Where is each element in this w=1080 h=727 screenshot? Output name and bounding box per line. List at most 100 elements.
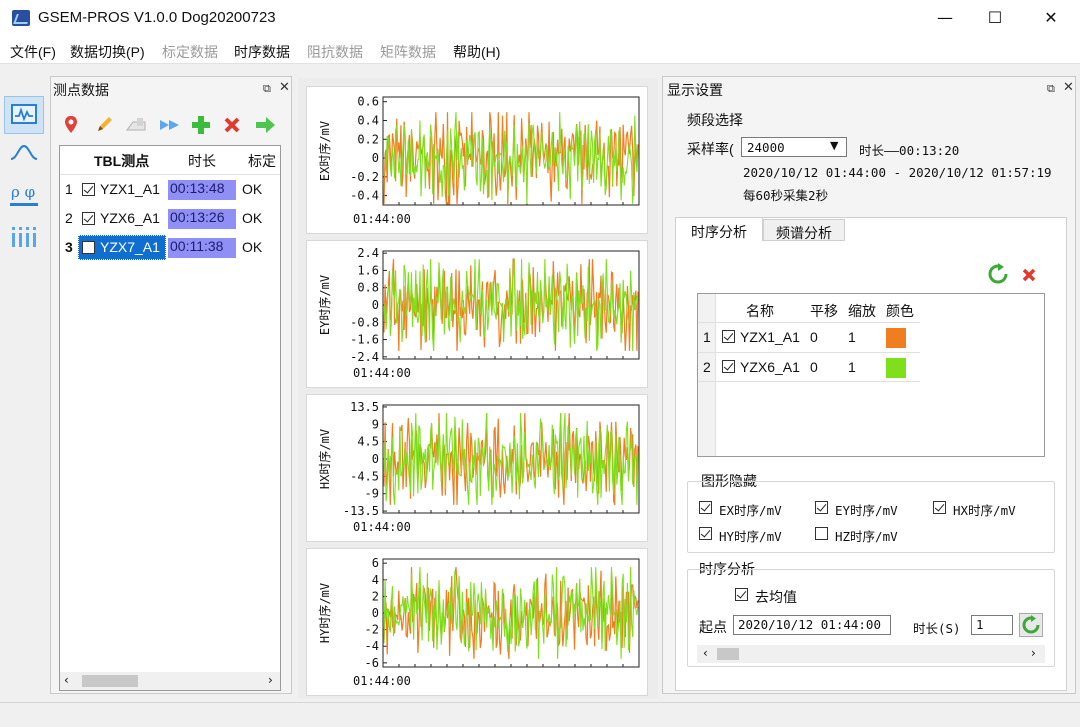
y-tick-label: 4.5 — [357, 435, 379, 449]
sample-rate-select[interactable]: 24000 ▼ — [741, 137, 847, 157]
scroll-thumb[interactable] — [717, 648, 739, 660]
y-tick-label: 0 — [372, 151, 379, 165]
fast-forward-icon[interactable] — [159, 118, 181, 132]
title-bar: GSEM-PROS V1.0.0 Dog20200723 — ☐ ✕ — [0, 0, 1080, 36]
refresh-icon[interactable] — [987, 263, 1009, 285]
hide-ex-checkbox[interactable] — [699, 501, 712, 514]
duration-seconds-label: 时长(S) — [913, 621, 961, 636]
series-scale[interactable]: 1 — [848, 359, 856, 375]
acquisition-rate-text: 每60秒采集2秒 — [743, 188, 829, 203]
maximize-button[interactable]: ☐ — [970, 0, 1020, 36]
station-table: TBL测点 时长 标定 1 YZX1_A1 00:13:48 OK 2 YZX6… — [59, 145, 281, 691]
y-tick-label: -6 — [365, 656, 379, 670]
location-pin-icon[interactable] — [63, 115, 79, 135]
pencil-icon[interactable] — [95, 114, 115, 134]
menu-timeseries[interactable]: 时序数据 — [234, 42, 290, 62]
table-row[interactable]: 2 YZX6_A1 00:13:26 OK — [60, 204, 280, 233]
close-icon[interactable]: ✕ — [1063, 80, 1074, 95]
scroll-right-icon[interactable]: › — [268, 673, 273, 687]
timeseries-view-button[interactable] — [4, 96, 44, 134]
hide-hy-checkbox[interactable] — [699, 527, 712, 540]
column-header-duration[interactable]: 时长 — [188, 151, 216, 171]
ex-timeseries-chart[interactable]: 0.6 0.4 0.2 0 -0.2 -0.4 01:44:00 EX时序/mV — [306, 86, 648, 234]
add-icon[interactable] — [191, 115, 211, 135]
close-button[interactable]: ✕ — [1026, 0, 1076, 36]
column-header-color[interactable]: 颜色 — [886, 301, 914, 321]
y-tick-label: 6 — [372, 556, 379, 570]
series-color-swatch[interactable] — [886, 358, 906, 378]
minimize-button[interactable]: — — [920, 0, 970, 36]
delete-icon[interactable] — [1021, 267, 1037, 283]
y-tick-label: 2 — [372, 589, 379, 603]
row-index: 1 — [65, 181, 73, 197]
y-tick-label: -4.5 — [350, 469, 379, 483]
tab-spectrum-analysis[interactable]: 频谱分析 — [763, 219, 845, 241]
scroll-left-icon[interactable]: ‹ — [64, 673, 69, 687]
eraser-icon[interactable] — [125, 116, 147, 134]
tab-timeseries-analysis[interactable]: 时序分析 — [675, 217, 763, 241]
apply-refresh-button[interactable] — [1019, 613, 1043, 637]
rho-phi-view-button[interactable]: ρ φ — [4, 176, 44, 214]
menu-calibration[interactable]: 标定数据 — [162, 42, 218, 62]
hide-hx-checkbox[interactable] — [933, 501, 946, 514]
arrow-right-icon[interactable] — [255, 116, 277, 134]
row-checkbox[interactable] — [82, 183, 95, 196]
column-header-scale[interactable]: 缩放 — [848, 301, 876, 321]
hide-hz-label: HZ时序/mV — [835, 529, 898, 544]
float-icon[interactable]: ⧉ — [1047, 82, 1055, 96]
series-scale[interactable]: 1 — [848, 329, 856, 345]
bars-icon — [12, 227, 36, 247]
y-tick-label: -4 — [365, 639, 379, 653]
y-tick-label: -0.4 — [350, 189, 379, 203]
chart-svg: 2.4 1.6 0.8 0 -0.8 -1.6 -2.4 01:44:00 EY时序/mV — [317, 246, 640, 380]
menu-data-switch[interactable]: 数据切换(P) — [70, 42, 145, 62]
ey-timeseries-chart[interactable]: 2.4 1.6 0.8 0 -0.8 -1.6 -2.4 01:44:00 EY时序/mV — [306, 240, 648, 388]
column-header-offset[interactable]: 平移 — [810, 301, 838, 321]
series-table: 名称 平移 缩放 颜色 1 YZX1_A1 0 1 2 YZX6_A1 0 1 — [697, 293, 1045, 457]
row-checkbox[interactable] — [82, 212, 95, 225]
x-tick-label: 01:44:00 — [353, 212, 411, 226]
hide-hz-checkbox[interactable] — [815, 527, 828, 540]
duration-seconds-input[interactable]: 1 — [971, 615, 1013, 635]
hide-ey-checkbox[interactable] — [815, 501, 828, 514]
demean-checkbox[interactable] — [735, 588, 748, 601]
row-checkbox[interactable] — [82, 241, 95, 254]
y-tick-label: -9 — [365, 487, 379, 501]
column-header-name[interactable]: 名称 — [746, 301, 774, 321]
table-row[interactable]: 1 YZX1_A1 0 1 — [698, 322, 920, 352]
menu-bar: 文件(F) 数据切换(P) 标定数据 时序数据 阻抗数据 矩阵数据 帮助(H) — [0, 36, 1080, 64]
y-tick-label: 0 — [372, 298, 379, 312]
start-time-input[interactable]: 2020/10/12 01:44:00 — [733, 615, 891, 635]
scroll-left-icon[interactable]: ‹ — [703, 646, 708, 660]
scroll-thumb[interactable] — [82, 675, 138, 687]
series-offset[interactable]: 0 — [810, 329, 818, 345]
chart-svg: 13.5 9 4.5 0 -4.5 -9 -13.5 01:44:00 HX时序/mV — [317, 400, 640, 534]
y-tick-label: 0 — [372, 452, 379, 466]
hy-timeseries-chart[interactable]: 6 4 2 0 -2 -4 -6 01:44:00 HY时序/mV — [306, 548, 648, 696]
series-checkbox[interactable] — [722, 360, 735, 373]
close-icon[interactable]: ✕ — [279, 80, 290, 95]
series-checkbox[interactable] — [722, 330, 735, 343]
y-axis-label: EX时序/mV — [317, 121, 332, 181]
table-row-selected[interactable]: 3 YZX7_A1 00:11:38 OK — [60, 233, 280, 262]
table-row[interactable]: 2 YZX6_A1 0 1 — [698, 352, 920, 382]
hx-timeseries-chart[interactable]: 13.5 9 4.5 0 -4.5 -9 -13.5 01:44:00 HX时序/mV — [306, 394, 648, 542]
menu-help[interactable]: 帮助(H) — [453, 42, 500, 62]
chart-svg: 6 4 2 0 -2 -4 -6 01:44:00 HY时序/mV — [317, 556, 640, 688]
scroll-right-icon[interactable]: › — [1031, 646, 1036, 660]
menu-file[interactable]: 文件(F) — [10, 42, 56, 62]
table-row[interactable]: 1 YZX1_A1 00:13:48 OK — [60, 175, 280, 204]
y-tick-label: 0.8 — [357, 281, 379, 295]
series-color-swatch[interactable] — [886, 328, 906, 348]
series-offset[interactable]: 0 — [810, 359, 818, 375]
column-header-station[interactable]: TBL测点 — [94, 151, 149, 171]
delete-icon[interactable] — [223, 116, 241, 134]
menu-impedance[interactable]: 阻抗数据 — [307, 42, 363, 62]
float-icon[interactable]: ⧉ — [263, 82, 271, 96]
horizontal-scrollbar[interactable]: ‹ › — [697, 645, 1045, 663]
matrix-view-button[interactable] — [4, 218, 44, 256]
horizontal-scrollbar[interactable]: ‹ › — [60, 672, 280, 690]
column-header-calibration[interactable]: 标定 — [248, 151, 276, 171]
curve-view-button[interactable] — [4, 134, 44, 172]
menu-matrix[interactable]: 矩阵数据 — [380, 42, 436, 62]
